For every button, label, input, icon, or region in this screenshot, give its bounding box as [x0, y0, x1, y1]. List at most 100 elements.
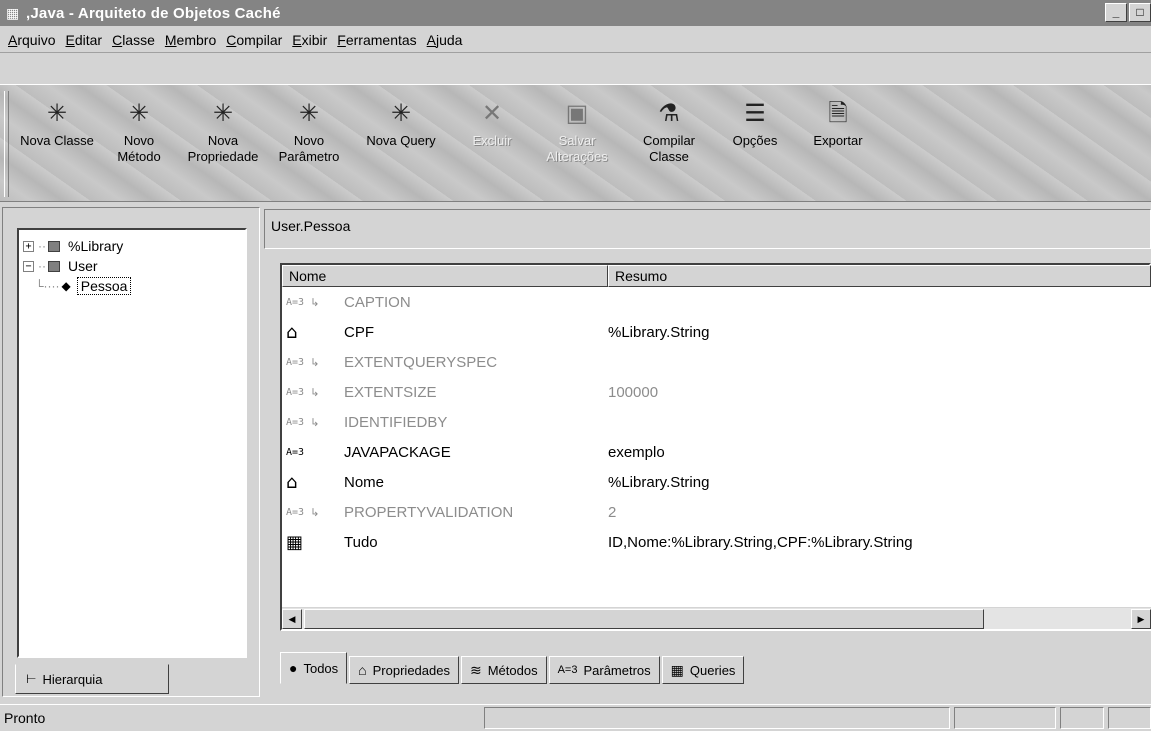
toolbar-button-1[interactable]: ✳ Novo Método [100, 85, 178, 201]
toolbar-button-0[interactable]: ✳ Nova Classe [14, 85, 100, 201]
inherited-icon: ↳ [310, 415, 320, 429]
parameter-icon: A=3 ↳ [282, 416, 344, 429]
member-name: EXTENTQUERYSPEC [344, 353, 498, 371]
column-header-nome[interactable]: Nome [282, 265, 608, 287]
member-name: Nome [344, 473, 385, 491]
property-icon: ⌂ [282, 322, 344, 343]
toolbar-button-label: Nova Query [366, 133, 436, 148]
tab-hierarquia[interactable]: ⊢ Hierarquia [15, 664, 169, 694]
toolbar-button-label: Classe [649, 149, 689, 164]
property-icon: ⌂ [282, 472, 344, 493]
member-summary: exemplo [608, 443, 665, 461]
toolbar: ✳ Nova Classe ✳ Novo Método ✳ Nova Propriedade ✳… [0, 84, 1151, 202]
horizontal-scrollbar[interactable]: ◀ ▶ [282, 607, 1151, 629]
table-row[interactable]: A=3 ↳ EXTENTQUERYSPEC [282, 347, 1151, 377]
class-tree[interactable]: + ·· %Library − ·· User └···· ◆ Pessoa [17, 228, 247, 658]
scroll-thumb[interactable] [304, 609, 984, 629]
member-name: CAPTION [344, 293, 411, 311]
toolbar-button-8[interactable]: ☰ Opções [716, 85, 794, 201]
menu-arquivo[interactable]: Arquivo [4, 32, 59, 48]
tree-node-user[interactable]: − ·· User [23, 256, 98, 276]
scroll-left-icon[interactable]: ◀ [282, 609, 302, 629]
parameter-icon: A=3 [286, 506, 305, 518]
toolbar-button-4[interactable]: ✳ Nova Query [350, 85, 452, 201]
grid-icon[interactable]: ▦ [6, 5, 24, 21]
menu-exibir[interactable]: Exibir [288, 32, 331, 48]
member-summary: ID,Nome:%Library.String,CPF:%Library.Str… [608, 533, 913, 551]
member-list[interactable]: Nome Resumo A=3 ↳ CAPTION ⌂ CPF %Library.Stri… [280, 263, 1151, 631]
tab-4[interactable]: ▦ Queries [661, 656, 745, 684]
scroll-right-icon[interactable]: ▶ [1131, 609, 1151, 629]
parameter-icon: A=3 [557, 664, 578, 676]
member-tabs: ● Todos ⌂ Propriedades ≋ Métodos A=3 Parâmetros… [280, 652, 746, 684]
table-row[interactable]: ⌂ CPF %Library.String [282, 317, 1151, 347]
delete-icon: ✕ [481, 100, 503, 127]
column-header-row: Nome Resumo [282, 265, 1151, 287]
new-parameter-icon: ✳ [298, 100, 320, 127]
toolbar-button-label: Exportar [813, 133, 863, 148]
new-method-icon: ✳ [128, 100, 150, 127]
table-row[interactable]: A=3 JAVAPACKAGE exemplo [282, 437, 1151, 467]
menu-ferramentas[interactable]: Ferramentas [333, 32, 420, 48]
table-row[interactable]: A=3 ↳ EXTENTSIZE 100000 [282, 377, 1151, 407]
query-icon: ▦ [282, 532, 344, 553]
compile-icon: ⚗ [658, 100, 680, 127]
toolbar-button-label: Nova Classe [20, 133, 94, 148]
menu-membro[interactable]: Membro [161, 32, 220, 48]
method-icon: ≋ [469, 661, 482, 678]
member-name: EXTENTSIZE [344, 383, 437, 401]
menu-ajuda[interactable]: Ajuda [423, 32, 467, 48]
status-text: Pronto [4, 710, 46, 726]
house-icon: ⌂ [358, 662, 367, 678]
tab-label: Queries [689, 662, 736, 678]
member-summary: 2 [608, 503, 617, 521]
column-header-resumo[interactable]: Resumo [608, 265, 1151, 287]
toolbar-button-5[interactable]: ✕ Excluir [452, 85, 532, 201]
status-bar: Pronto [0, 704, 1151, 731]
inherited-icon: ↳ [310, 385, 320, 399]
tab-1[interactable]: ⌂ Propriedades [349, 656, 459, 684]
tree-connector: └···· [35, 279, 60, 293]
new-query-icon: ✳ [390, 100, 412, 127]
toolbar-button-3[interactable]: ✳ Novo Parâmetro [268, 85, 350, 201]
toolbar-button-label: Excluir [472, 133, 512, 148]
toolbar-button-7[interactable]: ⚗ Compilar Classe [622, 85, 716, 201]
table-row[interactable]: A=3 ↳ PROPERTYVALIDATION 2 [282, 497, 1151, 527]
toolbar-button-label: Alterações [546, 149, 608, 164]
table-row[interactable]: ▦ Tudo ID,Nome:%Library.String,CPF:%Librar… [282, 527, 1151, 557]
menu-editar[interactable]: Editar [61, 32, 106, 48]
minimize-button[interactable]: _ [1105, 3, 1127, 22]
toolbar-button-6[interactable]: ▣ Salvar Alterações [532, 85, 622, 201]
toolbar-button-9[interactable]: 🗎 Exportar [794, 85, 882, 201]
menu-classe[interactable]: Classe [108, 32, 159, 48]
status-panel [1108, 707, 1151, 729]
query-icon: ▦ [670, 661, 684, 678]
member-name: CPF [344, 323, 374, 341]
parameter-icon: A=3 [282, 447, 344, 458]
tree-node-library[interactable]: + ·· %Library [23, 236, 123, 256]
member-summary: %Library.String [608, 473, 710, 491]
tree-node-pessoa[interactable]: └···· ◆ Pessoa [35, 276, 132, 296]
toolbar-button-label: Salvar [558, 133, 596, 148]
tab-0[interactable]: ● Todos [280, 652, 348, 684]
new-class-icon: ✳ [46, 100, 68, 127]
parameter-icon: A=3 ↳ [282, 506, 344, 519]
table-row[interactable]: A=3 ↳ CAPTION [282, 287, 1151, 317]
expand-icon[interactable]: + [23, 240, 34, 252]
toolbar-button-label: Método [117, 149, 161, 164]
table-row[interactable]: ⌂ Nome %Library.String [282, 467, 1151, 497]
toolbar-button-2[interactable]: ✳ Nova Propriedade [178, 85, 268, 201]
parameter-icon: A=3 ↳ [282, 356, 344, 369]
tree-connector: ·· [38, 259, 46, 273]
tab-label: Todos [303, 660, 339, 676]
member-name: PROPERTYVALIDATION [344, 503, 514, 521]
toolbar-button-label: Propriedade [187, 149, 259, 164]
maximize-button[interactable]: □ [1129, 3, 1151, 22]
table-row[interactable]: A=3 ↳ IDENTIFIEDBY [282, 407, 1151, 437]
menu-compilar[interactable]: Compilar [222, 32, 286, 48]
tab-2[interactable]: ≋ Métodos [460, 656, 547, 684]
save-icon: ▣ [565, 100, 589, 127]
collapse-icon[interactable]: − [23, 260, 34, 272]
tab-3[interactable]: A=3 Parâmetros [548, 656, 660, 684]
parameter-icon: A=3 [286, 416, 305, 428]
